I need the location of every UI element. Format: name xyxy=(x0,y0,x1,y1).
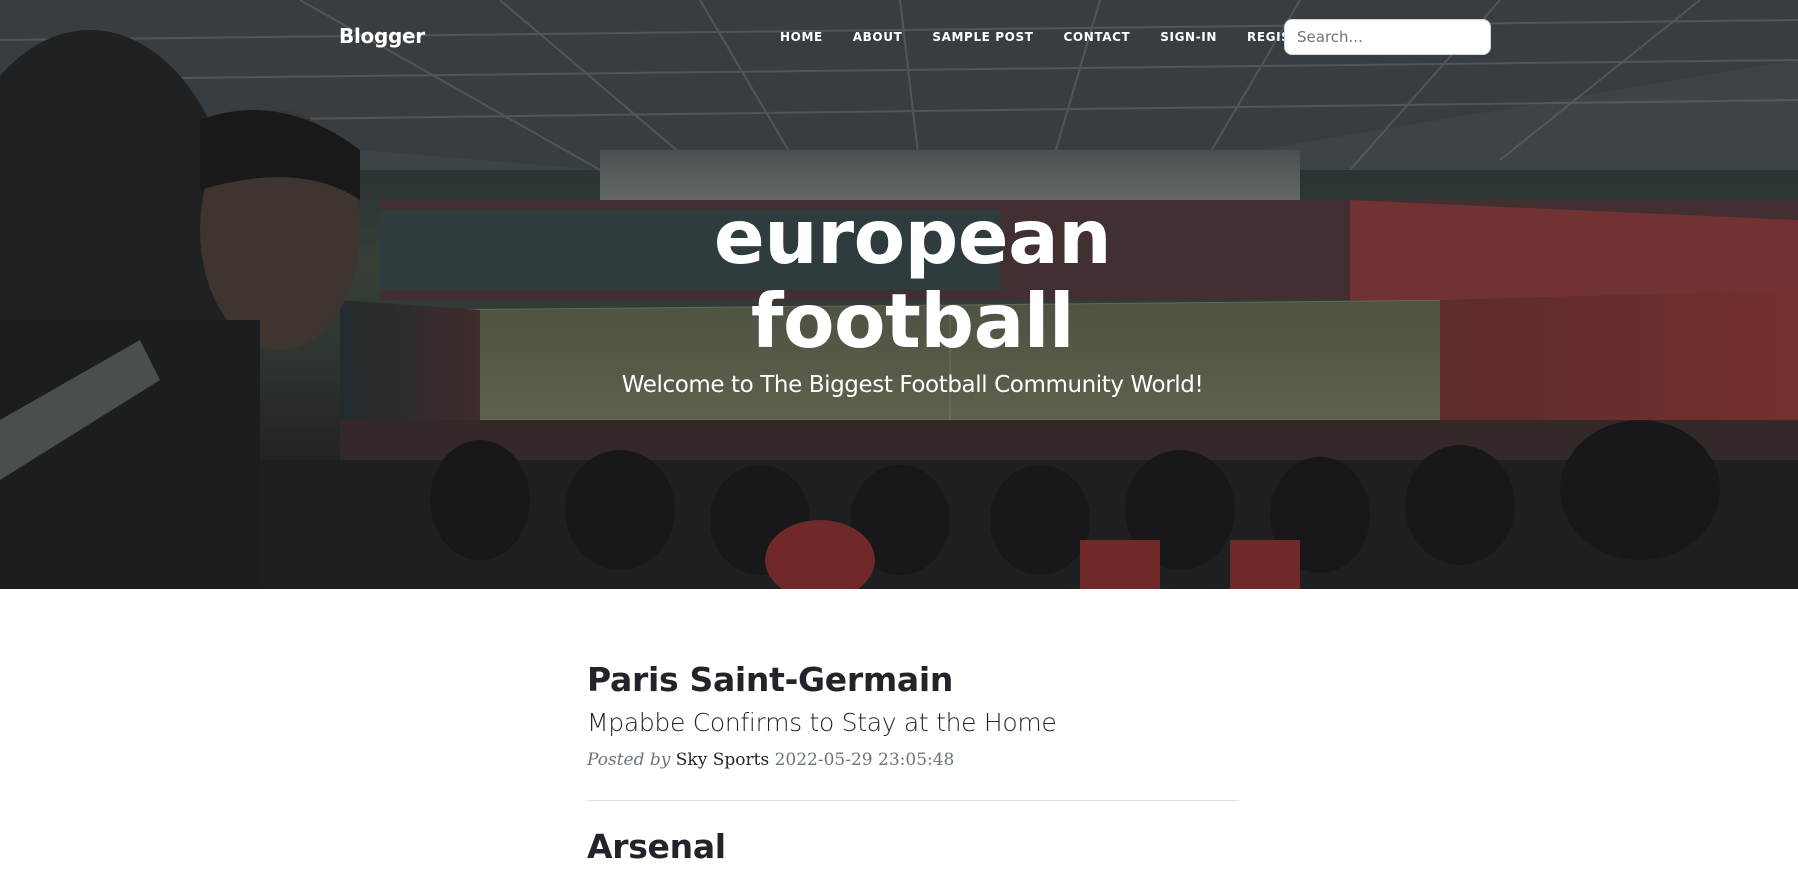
post-link[interactable]: Paris Saint-Germain Mpabbe Confirms to S… xyxy=(587,660,1239,740)
post-date: 2022-05-29 23:05:48 xyxy=(774,750,955,770)
post-subtitle: Mpabbe Confirms to Stay at the Home xyxy=(587,708,1057,737)
nav-link-contact[interactable]: CONTACT xyxy=(1049,30,1146,44)
nav-item-contact: CONTACT xyxy=(1049,30,1146,44)
post-meta: Posted by Sky Sports 2022-05-29 23:05:48 xyxy=(587,748,1239,772)
post-title: Arsenal xyxy=(587,827,726,866)
site-heading-line-1: european xyxy=(713,193,1112,281)
post-preview: Paris Saint-Germain Mpabbe Confirms to S… xyxy=(587,589,1239,772)
post-meta-prefix: Posted by xyxy=(587,750,671,770)
site-subheading: Welcome to The Biggest Football Communit… xyxy=(621,372,1204,398)
nav-item-sign-in: SIGN-IN xyxy=(1145,30,1232,44)
post-link[interactable]: Arsenal xyxy=(587,827,1239,867)
nav-item-sample-post: SAMPLE POST xyxy=(917,30,1048,44)
nav-link-sample-post[interactable]: SAMPLE POST xyxy=(917,30,1048,44)
post-list: Paris Saint-Germain Mpabbe Confirms to S… xyxy=(587,589,1239,867)
nav-item-about: ABOUT xyxy=(838,30,918,44)
nav-link-sign-in[interactable]: SIGN-IN xyxy=(1145,30,1232,44)
top-navbar: Blogger HOME ABOUT SAMPLE POST CONTACT S… xyxy=(0,0,1798,76)
brand-logo-link[interactable]: Blogger xyxy=(339,24,425,48)
nav-link-about[interactable]: ABOUT xyxy=(838,30,918,44)
post-preview: Arsenal xyxy=(587,801,1239,867)
site-heading: european football xyxy=(0,195,1798,363)
nav-links: HOME ABOUT SAMPLE POST CONTACT SIGN-IN R… xyxy=(765,30,1333,44)
nav-item-home: HOME xyxy=(765,30,838,44)
masthead: Blogger HOME ABOUT SAMPLE POST CONTACT S… xyxy=(0,0,1798,589)
nav-link-home[interactable]: HOME xyxy=(765,30,838,44)
site-heading-line-2: football xyxy=(750,277,1075,365)
search-input[interactable] xyxy=(1284,19,1491,55)
post-title: Paris Saint-Germain xyxy=(587,660,954,699)
post-author-link[interactable]: Sky Sports xyxy=(676,750,769,770)
